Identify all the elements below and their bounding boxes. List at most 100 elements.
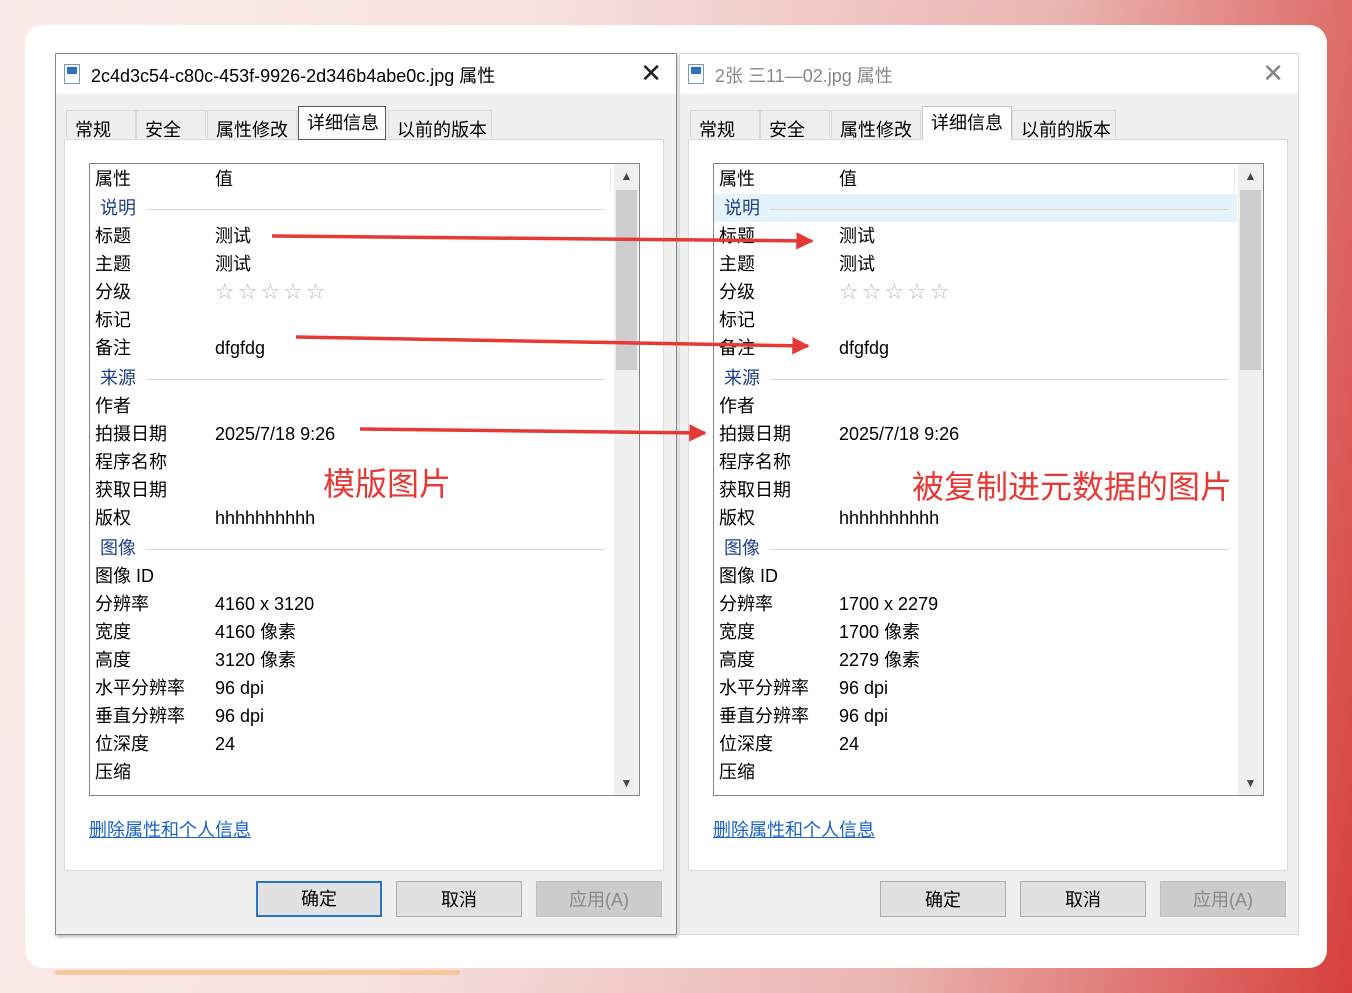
row-bit-depth[interactable]: 位深度 24 <box>714 730 1237 758</box>
annotation-template-image: 模版图片 <box>323 466 452 502</box>
row-key: 水平分辨率 <box>719 678 809 698</box>
cancel-button[interactable]: 取消 <box>1020 881 1146 917</box>
row-vertical-resolution[interactable]: 垂直分辨率 96 dpi <box>714 702 1237 730</box>
row-key: 标记 <box>95 310 131 330</box>
ok-button[interactable]: 确定 <box>256 881 382 917</box>
progress-indicator <box>55 970 460 975</box>
row-vertical-resolution[interactable]: 垂直分辨率 96 dpi <box>90 702 613 730</box>
row-dimensions[interactable]: 分辨率 4160 x 3120 <box>90 590 613 618</box>
rating-stars[interactable]: ☆☆☆☆☆ <box>215 278 329 306</box>
tab-details[interactable]: 详细信息 <box>298 106 386 140</box>
row-subject[interactable]: 主题 测试 <box>90 250 613 278</box>
group-origin[interactable]: 来源 <box>90 364 613 392</box>
tab-previous-versions[interactable]: 以前的版本 <box>388 110 492 140</box>
tab-general[interactable]: 常规 <box>690 110 760 140</box>
tab-security[interactable]: 安全 <box>136 110 206 140</box>
row-title[interactable]: 标题 测试 <box>90 222 613 250</box>
tab-security[interactable]: 安全 <box>760 110 830 140</box>
row-key: 压缩 <box>719 762 755 782</box>
row-image-id[interactable]: 图像 ID <box>714 562 1237 590</box>
row-subject[interactable]: 主题 测试 <box>714 250 1237 278</box>
title-bar[interactable]: 2张 三11—02.jpg 属性 ✕ <box>680 54 1298 94</box>
vertical-scrollbar[interactable]: ▲ ▼ <box>614 164 639 795</box>
row-height[interactable]: 高度 2279 像素 <box>714 646 1237 674</box>
row-key: 分辨率 <box>719 594 773 614</box>
row-value: 测试 <box>215 226 251 246</box>
group-description[interactable]: 说明 <box>714 194 1237 222</box>
list-header: 属性 值 <box>714 164 1237 194</box>
row-width[interactable]: 宽度 1700 像素 <box>714 618 1237 646</box>
row-tags[interactable]: 标记 <box>714 306 1237 334</box>
tab-property-edit[interactable]: 属性修改 <box>831 110 921 140</box>
window-title: 2张 三11—02.jpg 属性 <box>715 66 893 86</box>
row-key: 宽度 <box>95 622 131 642</box>
group-description[interactable]: 说明 <box>90 194 613 222</box>
scroll-down-icon[interactable]: ▼ <box>1238 771 1263 795</box>
row-author[interactable]: 作者 <box>714 392 1237 420</box>
scroll-up-icon[interactable]: ▲ <box>614 164 639 188</box>
row-copyright[interactable]: 版权 hhhhhhhhhh <box>714 504 1237 532</box>
row-value: 2025/7/18 9:26 <box>215 424 336 444</box>
group-label: 来源 <box>100 368 136 388</box>
row-key: 压缩 <box>95 762 131 782</box>
group-image[interactable]: 图像 <box>90 534 613 562</box>
row-author[interactable]: 作者 <box>90 392 613 420</box>
group-image[interactable]: 图像 <box>714 534 1237 562</box>
remove-properties-link[interactable]: 删除属性和个人信息 <box>713 816 875 842</box>
column-header-property[interactable]: 属性 <box>95 164 131 194</box>
row-value: 测试 <box>839 254 875 274</box>
row-key: 高度 <box>95 650 131 670</box>
rating-stars[interactable]: ☆☆☆☆☆ <box>839 278 953 306</box>
row-key: 垂直分辨率 <box>719 706 809 726</box>
tab-general[interactable]: 常规 <box>66 110 136 140</box>
close-icon[interactable]: ✕ <box>640 56 662 90</box>
row-comments[interactable]: 备注 dfgfdg <box>714 334 1237 362</box>
group-origin[interactable]: 来源 <box>714 364 1237 392</box>
tab-details[interactable]: 详细信息 <box>922 106 1012 140</box>
row-key: 高度 <box>719 650 755 670</box>
row-date-taken[interactable]: 拍摄日期 2025/7/18 9:26 <box>714 420 1237 448</box>
tab-previous-versions[interactable]: 以前的版本 <box>1012 110 1116 140</box>
row-rating[interactable]: 分级 ☆☆☆☆☆ <box>90 278 613 306</box>
column-header-value[interactable]: 值 <box>839 164 857 194</box>
group-divider <box>770 549 1229 550</box>
title-bar[interactable]: 2c4d3c54-c80c-453f-9926-2d346b4abe0c.jpg… <box>56 54 676 94</box>
apply-button[interactable]: 应用(A) <box>1160 881 1286 917</box>
row-tags[interactable]: 标记 <box>90 306 613 334</box>
row-height[interactable]: 高度 3120 像素 <box>90 646 613 674</box>
row-rating[interactable]: 分级 ☆☆☆☆☆ <box>714 278 1237 306</box>
apply-button[interactable]: 应用(A) <box>536 881 662 917</box>
scroll-up-icon[interactable]: ▲ <box>1238 164 1263 188</box>
row-bit-depth[interactable]: 位深度 24 <box>90 730 613 758</box>
row-horizontal-resolution[interactable]: 水平分辨率 96 dpi <box>90 674 613 702</box>
tab-property-edit[interactable]: 属性修改 <box>207 110 297 140</box>
row-key: 程序名称 <box>95 452 167 472</box>
column-header-property[interactable]: 属性 <box>719 164 755 194</box>
remove-properties-link[interactable]: 删除属性和个人信息 <box>89 816 251 842</box>
column-header-value[interactable]: 值 <box>215 164 233 194</box>
scroll-thumb[interactable] <box>616 190 637 370</box>
row-value: 4160 像素 <box>215 622 297 642</box>
vertical-scrollbar[interactable]: ▲ ▼ <box>1238 164 1263 795</box>
row-key: 版权 <box>95 508 131 528</box>
close-icon[interactable]: ✕ <box>1262 56 1284 90</box>
ok-button[interactable]: 确定 <box>880 881 1006 917</box>
row-comments[interactable]: 备注 dfgfdg <box>90 334 613 362</box>
row-compression[interactable]: 压缩 <box>90 758 613 786</box>
cancel-button[interactable]: 取消 <box>396 881 522 917</box>
group-divider <box>146 209 605 210</box>
row-copyright[interactable]: 版权 hhhhhhhhhh <box>90 504 613 532</box>
group-label: 图像 <box>100 538 136 558</box>
row-dimensions[interactable]: 分辨率 1700 x 2279 <box>714 590 1237 618</box>
row-value: 96 dpi <box>215 706 265 726</box>
scroll-down-icon[interactable]: ▼ <box>614 771 639 795</box>
row-horizontal-resolution[interactable]: 水平分辨率 96 dpi <box>714 674 1237 702</box>
group-label: 说明 <box>724 194 760 222</box>
row-compression[interactable]: 压缩 <box>714 758 1237 786</box>
row-date-taken[interactable]: 拍摄日期 2025/7/18 9:26 <box>90 420 613 448</box>
row-key: 标题 <box>719 226 755 246</box>
row-image-id[interactable]: 图像 ID <box>90 562 613 590</box>
row-title[interactable]: 标题 测试 <box>714 222 1237 250</box>
row-width[interactable]: 宽度 4160 像素 <box>90 618 613 646</box>
scroll-thumb[interactable] <box>1240 190 1261 370</box>
